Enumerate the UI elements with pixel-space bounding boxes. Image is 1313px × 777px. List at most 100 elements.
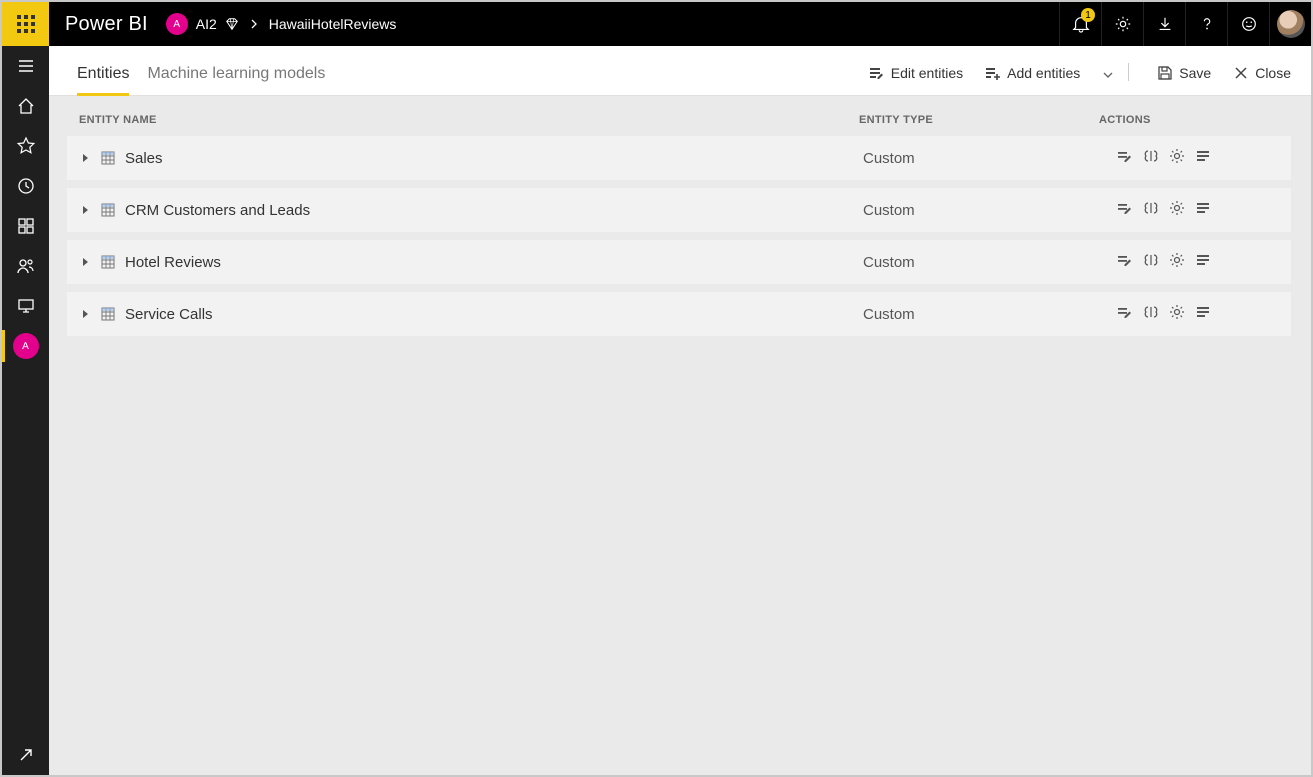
gear-icon [1114, 15, 1132, 33]
list-icon [1195, 304, 1211, 320]
entity-grid: ENTITY NAME ENTITY TYPE ACTIONS SalesCus… [49, 96, 1311, 336]
list-icon [1195, 148, 1211, 164]
action-ml-button[interactable] [1143, 252, 1159, 272]
list-icon [1195, 200, 1211, 216]
entity-type: Custom [863, 254, 1103, 271]
action-properties-button[interactable] [1195, 148, 1211, 168]
notifications-button[interactable]: 1 [1059, 2, 1101, 46]
caret-right-icon [81, 257, 89, 267]
entity-name: Service Calls [121, 306, 863, 323]
add-entities-button[interactable]: Add entities [985, 65, 1080, 95]
edit-entities-label: Edit entities [891, 65, 963, 81]
workspace-badge[interactable]: A [166, 13, 188, 35]
settings-button[interactable] [1101, 2, 1143, 46]
add-entities-menu-button[interactable] [1102, 69, 1114, 95]
action-edit-button[interactable] [1117, 200, 1133, 220]
edit-entities-button[interactable]: Edit entities [869, 65, 963, 95]
caret-right-icon [81, 205, 89, 215]
entity-name: Sales [121, 150, 863, 167]
action-edit-button[interactable] [1117, 148, 1133, 168]
nav-current-workspace[interactable]: A [2, 326, 49, 366]
action-edit-button[interactable] [1117, 304, 1133, 324]
workspace-badge-rail: A [13, 333, 39, 359]
save-button[interactable]: Save [1157, 65, 1211, 95]
avatar [1277, 10, 1305, 38]
entity-row[interactable]: Hotel ReviewsCustom [67, 240, 1291, 284]
action-settings-button[interactable] [1169, 148, 1185, 168]
action-ml-button[interactable] [1143, 304, 1159, 324]
feedback-button[interactable] [1227, 2, 1269, 46]
entity-type: Custom [863, 150, 1103, 167]
expand-toggle[interactable] [75, 309, 95, 319]
clock-icon [16, 176, 36, 196]
table-icon [95, 151, 121, 165]
expand-toggle[interactable] [75, 205, 95, 215]
grid-header-row: ENTITY NAME ENTITY TYPE ACTIONS [67, 114, 1291, 136]
notification-count-badge: 1 [1081, 8, 1095, 22]
action-properties-button[interactable] [1195, 304, 1211, 324]
entity-actions [1103, 304, 1283, 324]
entity-type: Custom [863, 202, 1103, 219]
table-icon [95, 203, 121, 217]
premium-icon [225, 17, 239, 31]
expand-toggle[interactable] [75, 153, 95, 163]
tab-ml-models[interactable]: Machine learning models [147, 65, 325, 95]
expand-toggle[interactable] [75, 257, 95, 267]
action-settings-button[interactable] [1169, 304, 1185, 324]
tab-entities[interactable]: Entities [77, 65, 129, 95]
nav-toggle-button[interactable] [2, 46, 49, 86]
action-ml-button[interactable] [1143, 148, 1159, 168]
action-ml-button[interactable] [1143, 200, 1159, 220]
edit-icon [1117, 200, 1133, 216]
nav-apps[interactable] [2, 206, 49, 246]
nav-home[interactable] [2, 86, 49, 126]
column-header-name[interactable]: ENTITY NAME [79, 114, 859, 126]
nav-expand-button[interactable] [2, 735, 49, 775]
column-header-type[interactable]: ENTITY TYPE [859, 114, 1099, 126]
close-button[interactable]: Close [1233, 65, 1291, 95]
entity-row[interactable]: Service CallsCustom [67, 292, 1291, 336]
brain-icon [1143, 304, 1159, 320]
entity-row[interactable]: SalesCustom [67, 136, 1291, 180]
action-properties-button[interactable] [1195, 252, 1211, 272]
edit-icon [1117, 252, 1133, 268]
entity-name: Hotel Reviews [121, 254, 863, 271]
toolbar-separator [1128, 63, 1129, 81]
home-icon [16, 96, 36, 116]
entity-name: CRM Customers and Leads [121, 202, 863, 219]
left-nav-rail: A [2, 46, 49, 775]
smile-icon [1240, 15, 1258, 33]
app-launcher-button[interactable] [2, 2, 49, 46]
save-icon [1157, 65, 1173, 81]
breadcrumb-current[interactable]: HawaiiHotelReviews [269, 16, 397, 32]
download-button[interactable] [1143, 2, 1185, 46]
action-settings-button[interactable] [1169, 252, 1185, 272]
entity-actions [1103, 252, 1283, 272]
action-edit-button[interactable] [1117, 252, 1133, 272]
brain-icon [1143, 200, 1159, 216]
save-label: Save [1179, 65, 1211, 81]
expand-arrow-icon [16, 745, 36, 765]
gear-icon [1169, 200, 1185, 216]
nav-recent[interactable] [2, 166, 49, 206]
top-bar: Power BI A AI2 HawaiiHotelReviews 1 [2, 2, 1311, 46]
nav-workspaces[interactable] [2, 286, 49, 326]
help-button[interactable] [1185, 2, 1227, 46]
entity-row[interactable]: CRM Customers and LeadsCustom [67, 188, 1291, 232]
profile-button[interactable] [1269, 2, 1311, 46]
action-settings-button[interactable] [1169, 200, 1185, 220]
close-icon [1233, 65, 1249, 81]
workspace-name[interactable]: AI2 [196, 16, 217, 32]
table-icon [95, 307, 121, 321]
brain-icon [1143, 148, 1159, 164]
content-toolbar: Entities Machine learning models Edit en… [49, 46, 1311, 96]
tabs: Entities Machine learning models [77, 46, 325, 95]
edit-entities-icon [869, 65, 885, 81]
chevron-right-icon [249, 19, 259, 29]
table-icon [95, 255, 121, 269]
close-label: Close [1255, 65, 1291, 81]
nav-favorites[interactable] [2, 126, 49, 166]
nav-shared[interactable] [2, 246, 49, 286]
download-icon [1156, 15, 1174, 33]
action-properties-button[interactable] [1195, 200, 1211, 220]
